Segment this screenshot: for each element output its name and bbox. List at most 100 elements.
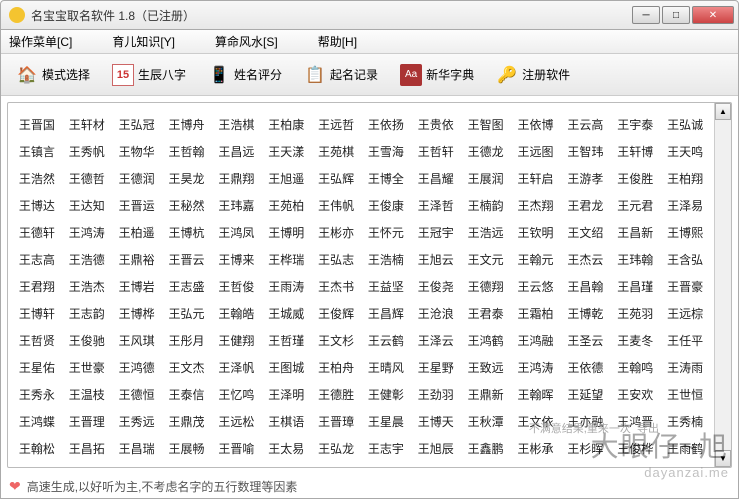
name-result-item[interactable]: 王晋喻 <box>211 435 261 462</box>
name-result-item[interactable]: 王昌翰 <box>560 273 610 300</box>
name-result-item[interactable]: 王博明 <box>261 219 311 246</box>
maximize-button[interactable]: □ <box>662 6 690 24</box>
name-result-item[interactable]: 王健彰 <box>361 381 411 408</box>
minimize-button[interactable]: ─ <box>632 6 660 24</box>
name-result-item[interactable]: 王元君 <box>610 192 660 219</box>
name-result-item[interactable]: 王智图 <box>461 111 511 138</box>
name-result-item[interactable]: 王弘元 <box>162 300 212 327</box>
name-result-item[interactable]: 王展润 <box>461 165 511 192</box>
name-result-item[interactable]: 王星野 <box>411 354 461 381</box>
name-result-item[interactable]: 王哲俊 <box>211 273 261 300</box>
name-result-item[interactable]: 王杉晖 <box>560 435 610 462</box>
name-result-item[interactable]: 王泽明 <box>261 381 311 408</box>
name-result-item[interactable]: 王浩然 <box>12 165 62 192</box>
name-result-item[interactable]: 王沧浪 <box>411 300 461 327</box>
name-result-item[interactable]: 王鑫鹏 <box>461 435 511 462</box>
name-result-item[interactable]: 王鼎新 <box>461 381 511 408</box>
name-result-item[interactable]: 王晋理 <box>62 408 112 435</box>
name-result-item[interactable]: 王博来 <box>211 246 261 273</box>
name-result-item[interactable]: 王贵依 <box>411 111 461 138</box>
name-result-item[interactable]: 王图城 <box>261 354 311 381</box>
name-result-item[interactable]: 王浩楠 <box>361 246 411 273</box>
birth-button[interactable]: 15 生辰八字 <box>103 59 195 91</box>
name-result-item[interactable]: 王鸿鹤 <box>461 327 511 354</box>
name-result-item[interactable]: 王博岩 <box>112 273 162 300</box>
name-result-item[interactable]: 王远松 <box>211 408 261 435</box>
name-result-item[interactable]: 王太易 <box>261 435 311 462</box>
register-button[interactable]: 🔑 注册软件 <box>487 59 579 91</box>
name-result-item[interactable]: 王弘志 <box>311 246 361 273</box>
name-result-item[interactable]: 王玮嘉 <box>211 192 261 219</box>
name-result-item[interactable]: 王苑羽 <box>610 300 660 327</box>
name-result-item[interactable]: 王世豪 <box>62 354 112 381</box>
menu-parenting[interactable]: 育儿知识[Y] <box>112 33 175 50</box>
name-result-item[interactable]: 王健翔 <box>211 327 261 354</box>
name-result-item[interactable]: 王展畅 <box>162 435 212 462</box>
name-result-item[interactable]: 王君翔 <box>12 273 62 300</box>
name-result-item[interactable]: 王圣云 <box>560 327 610 354</box>
name-result-item[interactable]: 王云高 <box>560 111 610 138</box>
name-result-item[interactable]: 王泽易 <box>660 192 710 219</box>
name-result-item[interactable]: 王劲羽 <box>411 381 461 408</box>
name-result-item[interactable]: 王浩远 <box>461 219 511 246</box>
name-result-item[interactable]: 王楠韵 <box>461 192 511 219</box>
name-result-item[interactable]: 王昌新 <box>610 219 660 246</box>
name-result-item[interactable]: 王晋璋 <box>311 408 361 435</box>
name-result-item[interactable]: 王昌远 <box>211 138 261 165</box>
name-result-item[interactable]: 王晋国 <box>12 111 62 138</box>
name-result-item[interactable]: 王冠宇 <box>411 219 461 246</box>
name-result-item[interactable]: 王彤月 <box>162 327 212 354</box>
name-result-item[interactable]: 王宇泰 <box>610 111 660 138</box>
name-result-item[interactable]: 王怀元 <box>361 219 411 246</box>
name-result-item[interactable]: 王泽帆 <box>211 354 261 381</box>
name-result-item[interactable]: 王益坚 <box>361 273 411 300</box>
name-result-item[interactable]: 王玮翰 <box>610 246 660 273</box>
name-result-item[interactable]: 王秀楠 <box>660 408 710 435</box>
name-result-item[interactable]: 王任平 <box>660 327 710 354</box>
name-result-item[interactable]: 王志韵 <box>62 300 112 327</box>
name-result-item[interactable]: 王鸿凤 <box>211 219 261 246</box>
name-result-item[interactable]: 王霜柏 <box>511 300 561 327</box>
scroll-up-button[interactable]: ▲ <box>715 103 731 120</box>
name-result-item[interactable]: 王博全 <box>361 165 411 192</box>
name-result-item[interactable]: 王轩材 <box>62 111 112 138</box>
mode-select-button[interactable]: 🏠 模式选择 <box>7 59 99 91</box>
name-result-item[interactable]: 王轩启 <box>511 165 561 192</box>
name-result-item[interactable]: 王旭遥 <box>261 165 311 192</box>
name-result-item[interactable]: 王秘然 <box>162 192 212 219</box>
name-result-item[interactable]: 王晋运 <box>112 192 162 219</box>
name-result-item[interactable]: 王弘辉 <box>311 165 361 192</box>
name-result-item[interactable]: 王文元 <box>461 246 511 273</box>
name-result-item[interactable]: 王鸿融 <box>511 327 561 354</box>
name-result-item[interactable]: 王镇言 <box>12 138 62 165</box>
name-result-item[interactable]: 王轩博 <box>610 138 660 165</box>
name-result-item[interactable]: 王俊桦 <box>610 435 660 462</box>
name-result-item[interactable]: 王天漾 <box>261 138 311 165</box>
scrollbar[interactable]: ▲ ▼ <box>714 103 731 467</box>
name-result-item[interactable]: 王泽云 <box>411 327 461 354</box>
name-result-item[interactable]: 王麦冬 <box>610 327 660 354</box>
name-result-item[interactable]: 王翰晖 <box>511 381 561 408</box>
name-result-item[interactable]: 王昌瑞 <box>112 435 162 462</box>
name-result-item[interactable]: 王晴风 <box>361 354 411 381</box>
name-result-item[interactable]: 王德哲 <box>62 165 112 192</box>
name-result-item[interactable]: 王浩德 <box>62 246 112 273</box>
name-result-item[interactable]: 王秀帆 <box>62 138 112 165</box>
name-result-item[interactable]: 王浩杰 <box>62 273 112 300</box>
name-result-item[interactable]: 王昌辉 <box>361 300 411 327</box>
name-result-item[interactable]: 王秋潭 <box>461 408 511 435</box>
name-result-item[interactable]: 王鸿涛 <box>62 219 112 246</box>
name-result-item[interactable]: 王忆鸣 <box>211 381 261 408</box>
name-result-item[interactable]: 王泽哲 <box>411 192 461 219</box>
name-result-item[interactable]: 王秀远 <box>112 408 162 435</box>
dictionary-button[interactable]: Aa 新华字典 <box>391 59 483 91</box>
name-result-item[interactable]: 王昌耀 <box>411 165 461 192</box>
name-result-item[interactable]: 王昌瑾 <box>610 273 660 300</box>
name-result-item[interactable]: 王文绍 <box>560 219 610 246</box>
name-result-item[interactable]: 王雨涛 <box>261 273 311 300</box>
name-result-item[interactable]: 王哲瑾 <box>261 327 311 354</box>
name-result-item[interactable]: 王翰鸣 <box>610 354 660 381</box>
name-result-item[interactable]: 王含弘 <box>660 246 710 273</box>
name-result-item[interactable]: 王涛雨 <box>660 354 710 381</box>
name-result-item[interactable]: 王昊龙 <box>162 165 212 192</box>
